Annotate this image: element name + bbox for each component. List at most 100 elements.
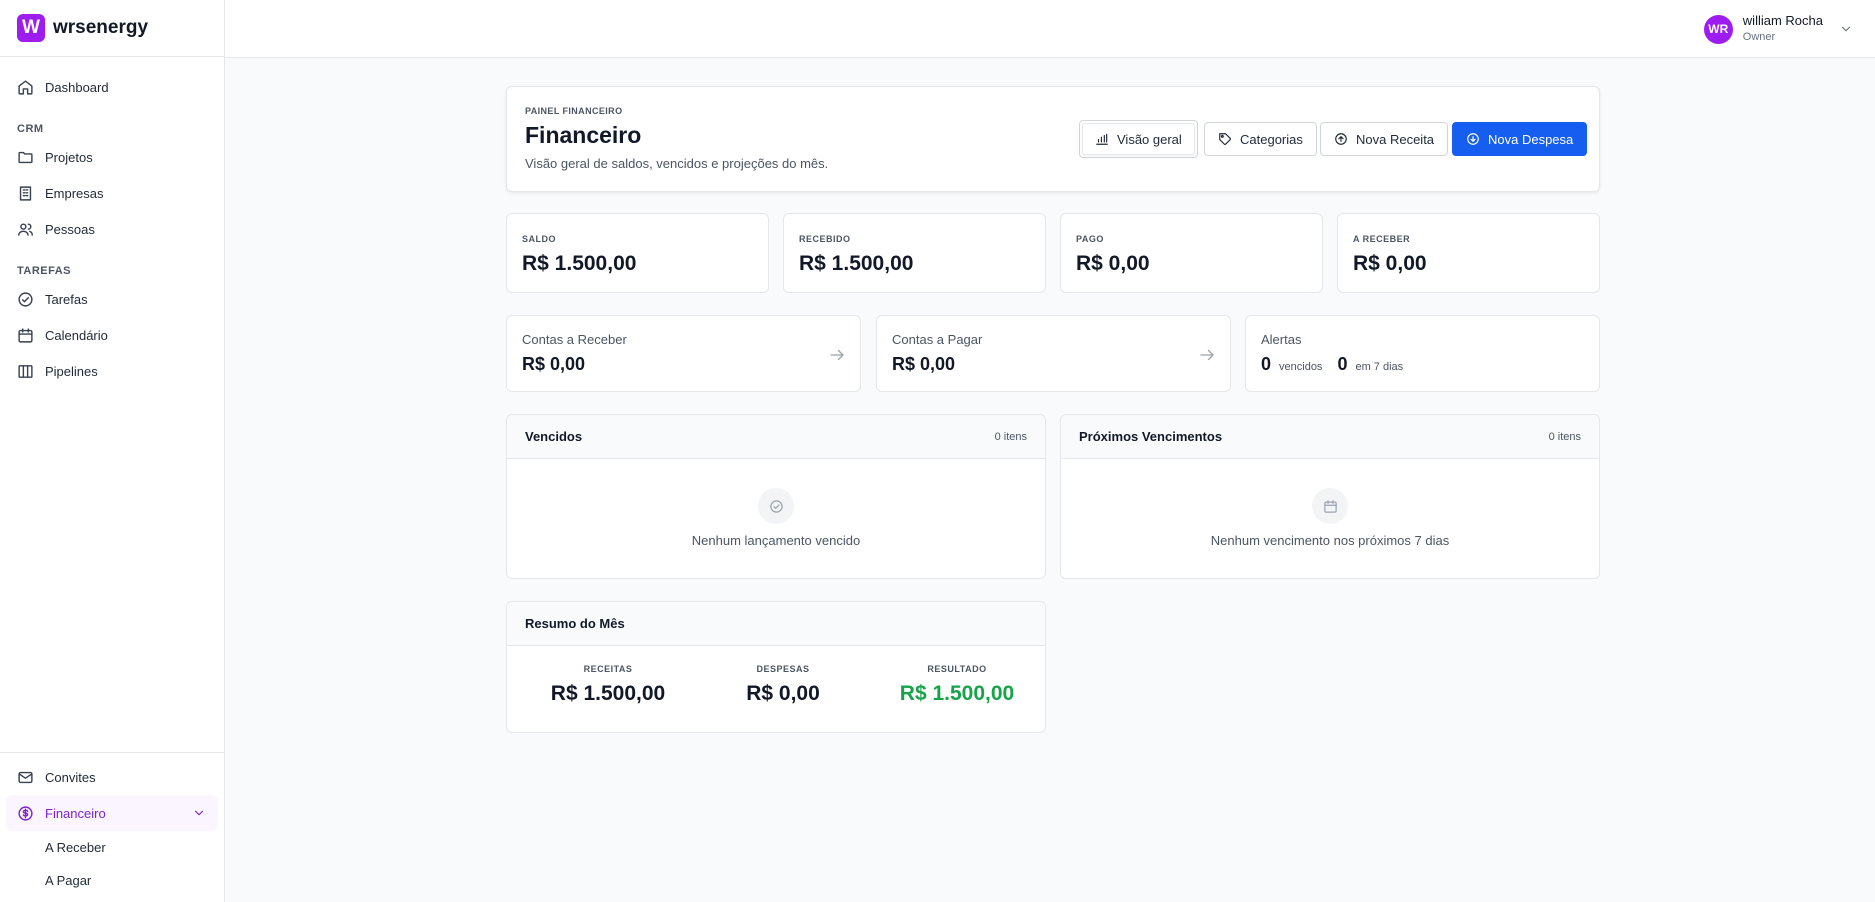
accounts-receivable-card[interactable]: Contas a Receber R$ 0,00 xyxy=(506,315,861,392)
panel-title: Resumo do Mês xyxy=(525,616,625,631)
users-icon xyxy=(18,222,33,236)
card-title: Contas a Pagar xyxy=(892,332,983,347)
panel-title: Vencidos xyxy=(525,429,583,444)
overdue-panel: Vencidos 0 itens Nenhum lançamento venci… xyxy=(506,414,1046,579)
panel-header: Vencidos 0 itens xyxy=(507,415,1045,459)
stat-card-saldo: SALDO R$ 1.500,00 xyxy=(506,213,769,293)
stat-card-a-receber: A RECEBER R$ 0,00 xyxy=(1337,213,1600,293)
summary-label: RECEITAS xyxy=(583,664,633,674)
sidebar-item-pipelines[interactable]: Pipelines xyxy=(6,353,218,389)
panel-header: Resumo do Mês xyxy=(507,602,1045,646)
new-expense-button-label: Nova Despesa xyxy=(1488,131,1574,147)
sidebar-subitem-a-pagar[interactable]: A Pagar xyxy=(6,864,218,897)
overview-button[interactable]: Visão geral xyxy=(1079,120,1198,158)
stat-label: SALDO xyxy=(522,234,556,244)
sidebar-item-dashboard[interactable]: Dashboard xyxy=(6,69,218,105)
brand[interactable]: W wrsenergy xyxy=(0,0,224,57)
empty-state-text: Nenhum lançamento vencido xyxy=(691,533,861,548)
nav-crm: CRM Projetos Empresas Pessoas xyxy=(0,119,224,247)
empty-state-icon xyxy=(758,488,794,524)
panel-count: 0 itens xyxy=(994,431,1027,443)
brand-name: wrsenergy xyxy=(53,17,149,38)
sidebar-item-financeiro[interactable]: Financeiro xyxy=(6,795,218,831)
bar-chart-icon xyxy=(1096,133,1108,145)
accounts-payable-card[interactable]: Contas a Pagar R$ 0,00 xyxy=(876,315,1231,392)
new-income-button[interactable]: Nova Receita xyxy=(1320,122,1449,156)
section-heading-crm: CRM xyxy=(17,123,44,135)
stat-label: RECEBIDO xyxy=(799,234,851,244)
soon-label: em 7 dias xyxy=(1355,361,1404,373)
check-circle-icon xyxy=(18,291,33,307)
stat-card-recebido: RECEBIDO R$ 1.500,00 xyxy=(783,213,1046,293)
sidebar-subitem-a-receber[interactable]: A Receber xyxy=(6,831,218,864)
nav-tarefas: TAREFAS Tarefas Calendário Pipelines xyxy=(0,261,224,389)
arrow-up-circle-icon xyxy=(1335,133,1347,145)
sidebar-item-label: Pipelines xyxy=(45,363,98,379)
stat-value: R$ 0,00 xyxy=(1076,252,1150,275)
columns-icon xyxy=(18,364,33,378)
summary-label: RESULTADO xyxy=(927,664,987,674)
page-kicker: PAINEL FINANCEIRO xyxy=(525,106,623,116)
page-header: PAINEL FINANCEIRO Financeiro Visão geral… xyxy=(506,86,1600,192)
summary-label: DESPESAS xyxy=(756,664,810,674)
categories-button[interactable]: Categorias xyxy=(1204,122,1317,156)
stat-card-pago: PAGO R$ 0,00 xyxy=(1060,213,1323,293)
stat-label: A RECEBER xyxy=(1353,234,1411,244)
sidebar-item-label: Financeiro xyxy=(45,805,106,821)
overdue-label: vencidos xyxy=(1279,361,1323,373)
summary-value: R$ 1.500,00 xyxy=(899,682,1015,705)
sidebar: W wrsenergy Dashboard CRM Projetos Empre… xyxy=(0,0,225,902)
topbar: WR william Rocha Owner xyxy=(225,0,1875,58)
summary-result: RESULTADO R$ 1.500,00 xyxy=(870,664,1044,706)
tag-icon xyxy=(1219,133,1231,145)
sidebar-item-tarefas[interactable]: Tarefas xyxy=(6,281,218,317)
panel-count: 0 itens xyxy=(1548,431,1581,443)
dollar-circle-icon xyxy=(18,805,33,821)
monthly-summary-panel: Resumo do Mês RECEITAS R$ 1.500,00 DESPE… xyxy=(506,601,1046,733)
sidebar-item-label: Tarefas xyxy=(45,291,88,307)
sidebar-item-empresas[interactable]: Empresas xyxy=(6,175,218,211)
summary-value: R$ 0,00 xyxy=(746,682,820,705)
card-title: Alertas xyxy=(1261,332,1302,347)
upcoming-panel: Próximos Vencimentos 0 itens Nenhum venc… xyxy=(1060,414,1600,579)
alerts-card: Alertas 0 vencidos 0 em 7 dias xyxy=(1245,315,1600,392)
building-icon xyxy=(19,185,32,201)
chevron-down-icon xyxy=(1841,26,1851,32)
panel-title: Próximos Vencimentos xyxy=(1079,429,1223,444)
soon-count: 0 xyxy=(1337,354,1348,374)
user-name: william Rocha xyxy=(1742,13,1823,28)
user-menu[interactable]: WR william Rocha Owner xyxy=(1703,13,1853,45)
arrow-down-circle-icon xyxy=(1467,133,1479,145)
calendar-icon xyxy=(18,327,33,343)
avatar: WR xyxy=(1703,14,1733,44)
stat-value: R$ 1.500,00 xyxy=(522,252,637,275)
nav-bottom: Convites Financeiro A Receber A Pagar xyxy=(0,752,224,897)
sidebar-item-label: Calendário xyxy=(45,327,108,343)
summary-expense: DESPESAS R$ 0,00 xyxy=(696,664,870,706)
page-title: Financeiro xyxy=(525,122,642,148)
sidebar-item-label: Dashboard xyxy=(45,79,109,95)
home-icon xyxy=(18,79,33,95)
chevron-down-icon xyxy=(194,810,204,816)
arrow-right-icon xyxy=(830,349,844,361)
user-info: william Rocha Owner xyxy=(1743,13,1823,45)
calendar-icon xyxy=(1323,499,1337,513)
nav-main: Dashboard xyxy=(0,69,224,105)
sidebar-item-calendario[interactable]: Calendário xyxy=(6,317,218,353)
stat-label: PAGO xyxy=(1076,234,1104,244)
stat-value: R$ 1.500,00 xyxy=(799,252,914,275)
new-expense-button[interactable]: Nova Despesa xyxy=(1452,122,1588,156)
brand-logo: W xyxy=(17,14,45,42)
folder-icon xyxy=(18,151,33,163)
sidebar-item-projetos[interactable]: Projetos xyxy=(6,139,218,175)
sidebar-item-pessoas[interactable]: Pessoas xyxy=(6,211,218,247)
categories-button-label: Categorias xyxy=(1240,131,1303,147)
stat-value: R$ 0,00 xyxy=(1353,252,1427,275)
user-role: Owner xyxy=(1742,31,1776,43)
arrow-right-icon xyxy=(1200,349,1214,361)
overdue-count: 0 xyxy=(1261,354,1272,374)
sidebar-item-convites[interactable]: Convites xyxy=(6,759,218,795)
sidebar-item-label: Empresas xyxy=(45,185,104,201)
card-value: R$ 0,00 xyxy=(522,354,586,374)
check-circle-icon xyxy=(769,499,783,513)
